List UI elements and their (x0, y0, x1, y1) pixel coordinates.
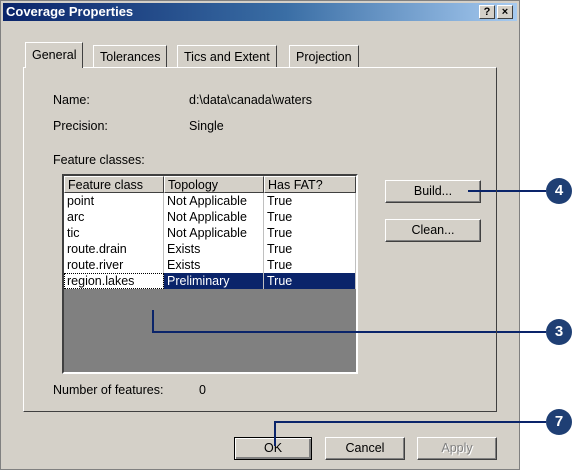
apply-button: Apply (417, 437, 497, 460)
window-title: Coverage Properties (6, 4, 134, 19)
tab-projection[interactable]: Projection (289, 45, 359, 67)
cancel-button[interactable]: Cancel (325, 437, 405, 460)
callout-badge-build: 4 (546, 178, 572, 204)
callout-badge-ok: 7 (546, 409, 572, 435)
tab-tics-and-extent[interactable]: Tics and Extent (177, 45, 277, 67)
apply-button-label: Apply (441, 441, 473, 455)
help-button[interactable]: ? (479, 5, 495, 19)
callout-leader-ok-vertical (274, 422, 276, 446)
ok-button[interactable]: OK (234, 437, 312, 460)
callout-leader-ok-horizontal (274, 421, 546, 423)
title-bar[interactable]: Coverage Properties ? × (3, 3, 517, 21)
general-tab-panel (23, 67, 497, 412)
close-button[interactable]: × (497, 5, 513, 19)
tab-tolerances[interactable]: Tolerances (93, 45, 168, 67)
callout-badge-lakes: 3 (546, 319, 572, 345)
coverage-properties-dialog: Coverage Properties ? × General Toleranc… (0, 0, 520, 470)
tab-general[interactable]: General (25, 42, 84, 68)
